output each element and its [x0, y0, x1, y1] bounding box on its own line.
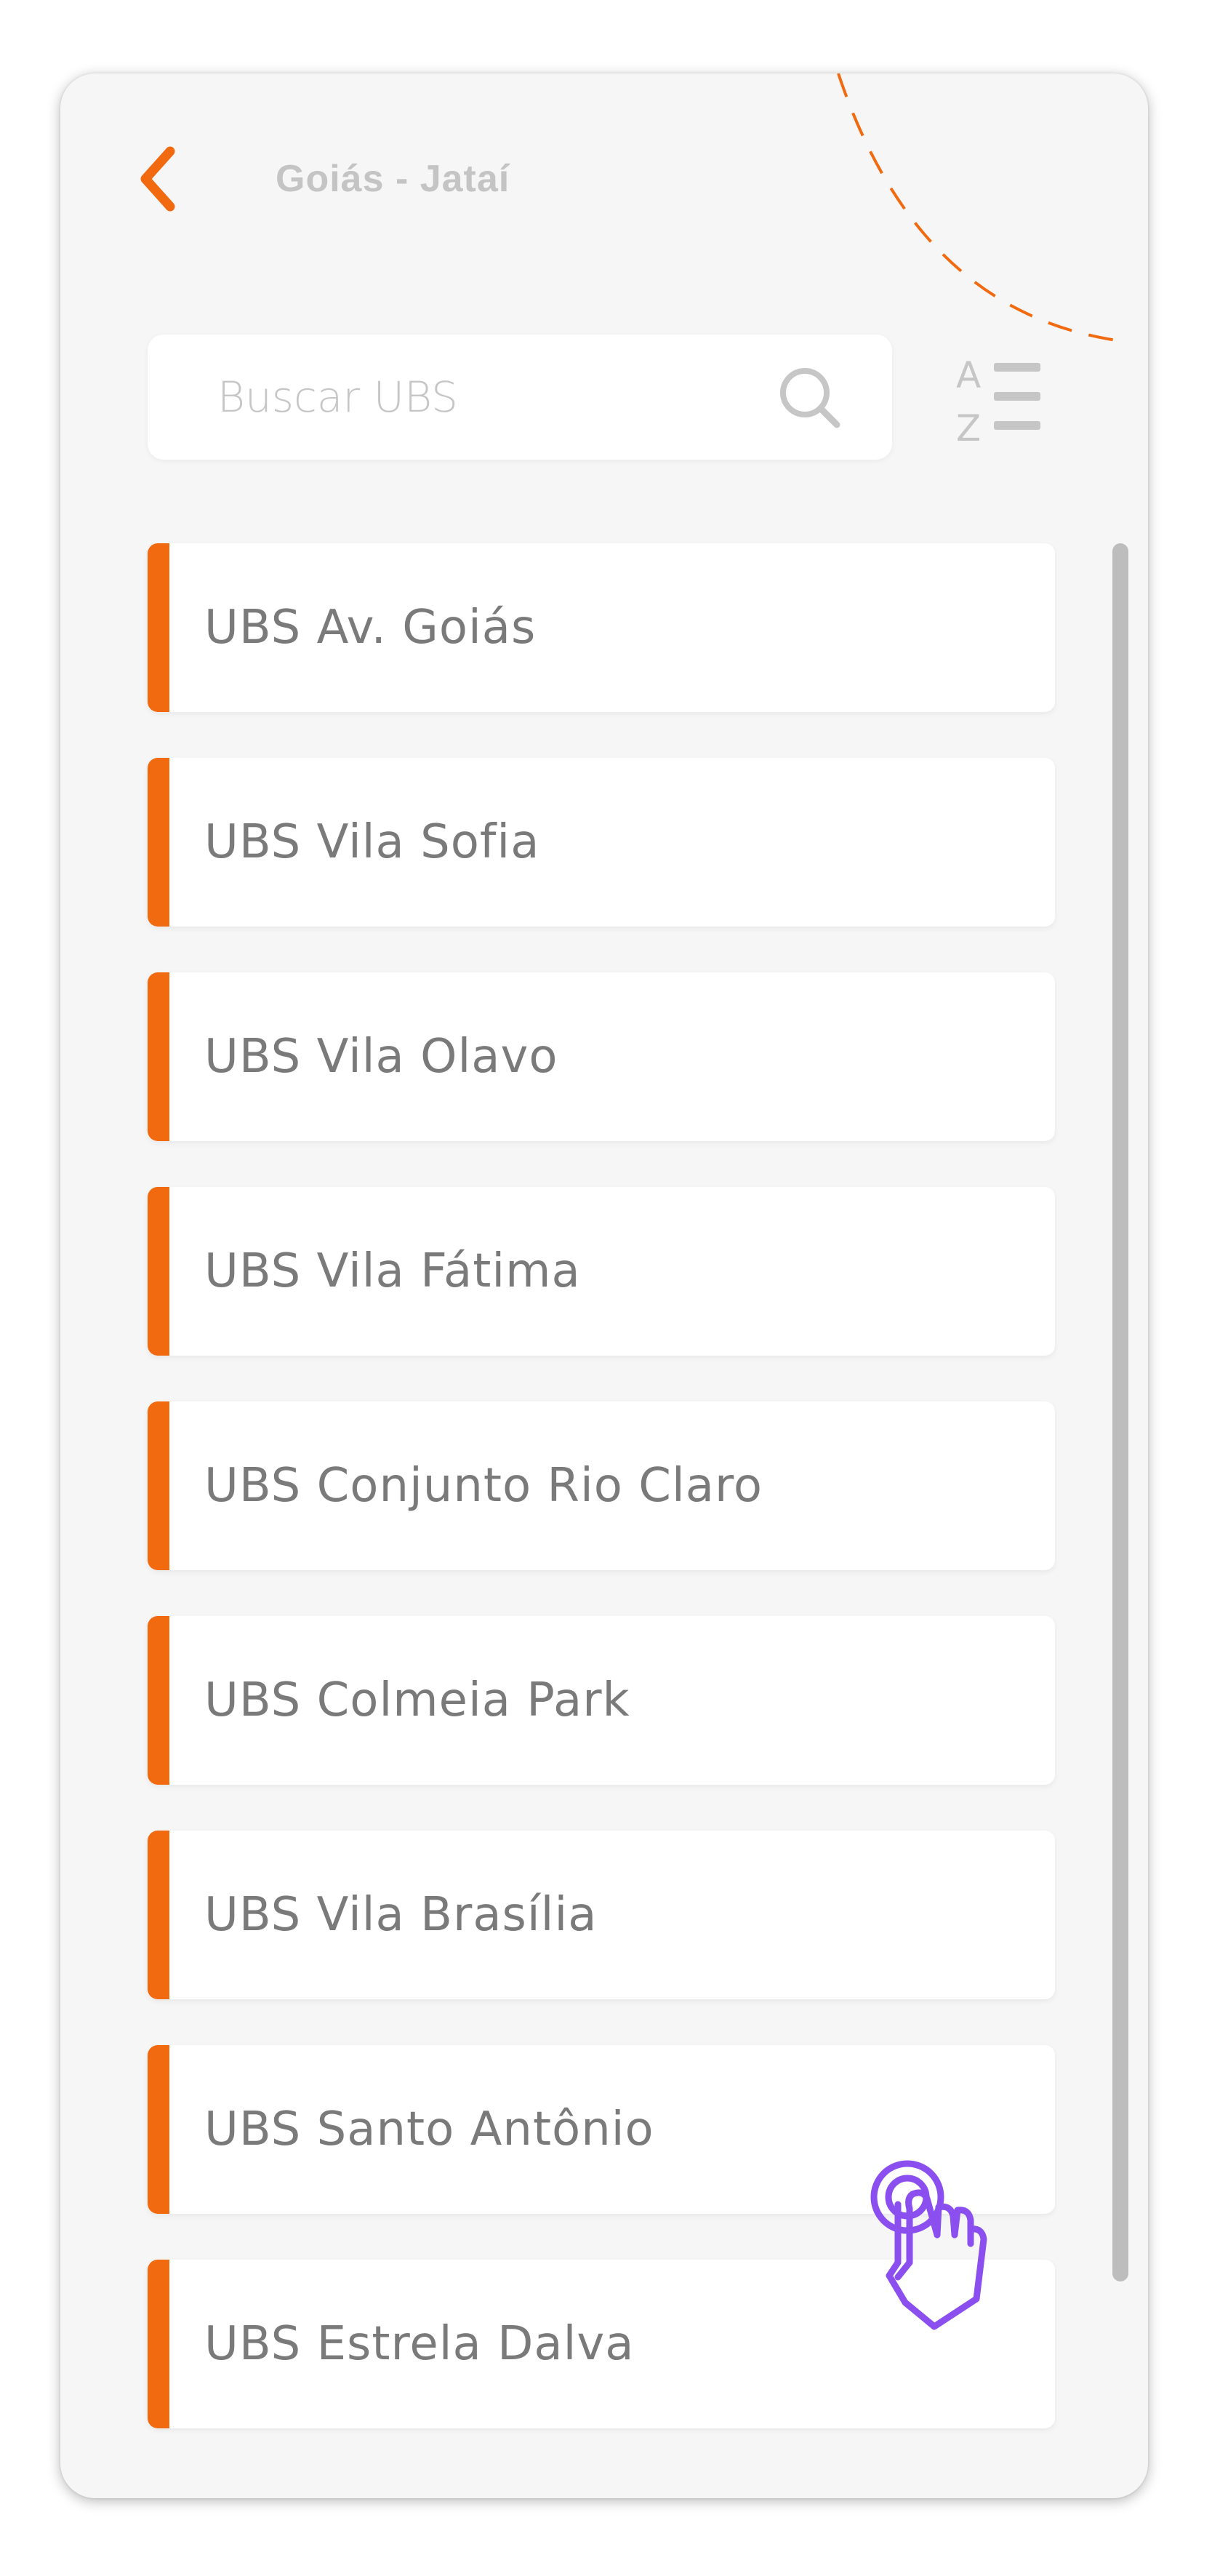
app-screen: Goiás - Jataí A Z UBS Av. Goiás UBS Vila…	[60, 73, 1148, 2498]
list-item[interactable]: UBS Conjunto Rio Claro	[148, 1401, 1055, 1570]
list-item-label: UBS Vila Olavo	[204, 1030, 558, 1084]
list-item[interactable]: UBS Estrela Dalva	[148, 2260, 1055, 2428]
list-item[interactable]: UBS Santo Antônio	[148, 2045, 1055, 2214]
search-icon[interactable]	[777, 365, 843, 431]
sort-letter-a: A	[956, 354, 981, 396]
list-item[interactable]: UBS Vila Brasília	[148, 1831, 1055, 1999]
list-item-label: UBS Av. Goiás	[204, 601, 537, 655]
page-title: Goiás - Jataí	[276, 158, 510, 200]
list-item[interactable]: UBS Vila Sofia	[148, 758, 1055, 927]
list-item[interactable]: UBS Vila Fátima	[148, 1187, 1055, 1356]
back-button[interactable]	[126, 139, 191, 219]
list-item-label: UBS Vila Sofia	[204, 815, 540, 869]
list-item-label: UBS Vila Fátima	[204, 1244, 581, 1298]
scrollbar[interactable]	[1112, 543, 1128, 2281]
list-item[interactable]: UBS Av. Goiás	[148, 543, 1055, 712]
sort-letter-z: Z	[956, 407, 981, 449]
sort-alpha-button[interactable]: A Z	[953, 350, 1048, 452]
list-item-label: UBS Colmeia Park	[204, 1673, 630, 1727]
sort-alpha-icon: A Z	[956, 354, 1040, 449]
search-bar	[148, 335, 892, 460]
list-item-label: UBS Conjunto Rio Claro	[204, 1459, 763, 1513]
list-item[interactable]: UBS Vila Olavo	[148, 972, 1055, 1141]
list-item-label: UBS Santo Antônio	[204, 2103, 654, 2156]
list-item-label: UBS Vila Brasília	[204, 1888, 598, 1942]
list-item[interactable]: UBS Colmeia Park	[148, 1616, 1055, 1785]
search-input[interactable]	[217, 335, 770, 460]
ubs-list: UBS Av. Goiás UBS Vila Sofia UBS Vila Ol…	[148, 543, 1055, 2474]
chevron-left-icon	[140, 146, 175, 212]
list-item-label: UBS Estrela Dalva	[204, 2317, 635, 2371]
